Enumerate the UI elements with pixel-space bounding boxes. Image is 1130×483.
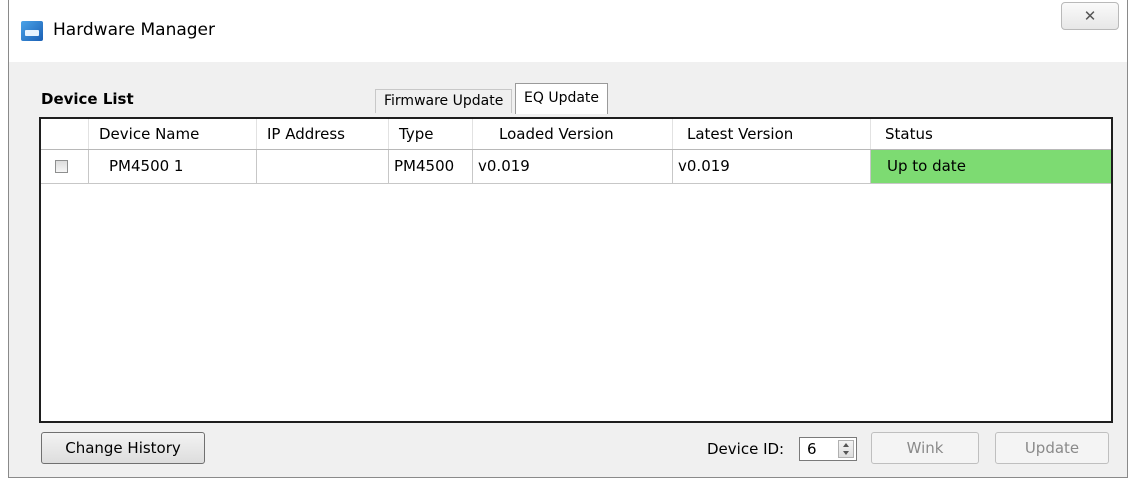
table-row[interactable]: PM4500 1 PM4500 v0.019 v0.019 Up to date	[41, 150, 1111, 184]
device-table: Device Name IP Address Type Loaded Versi…	[39, 117, 1113, 423]
client-area: Device List Firmware Update EQ Update De…	[9, 62, 1127, 477]
cell-status[interactable]: Up to date	[871, 150, 1111, 183]
column-header-ip-address[interactable]: IP Address	[257, 119, 389, 149]
row-header-corner	[41, 119, 89, 149]
cell-ip-address[interactable]	[257, 150, 389, 183]
device-id-value[interactable]: 6	[807, 440, 817, 458]
cell-latest-version[interactable]: v0.019	[673, 150, 871, 183]
spinner-up-icon[interactable]	[843, 443, 849, 447]
window-title: Hardware Manager	[53, 20, 215, 40]
column-header-status[interactable]: Status	[871, 119, 1111, 149]
row-checkbox[interactable]	[55, 160, 68, 173]
hardware-manager-window: Hardware Manager ✕ Device List Firmware …	[8, 0, 1128, 478]
device-id-label: Device ID:	[707, 440, 785, 458]
spinner-down-icon[interactable]	[843, 451, 849, 455]
column-header-device-name[interactable]: Device Name	[89, 119, 257, 149]
column-header-loaded-version[interactable]: Loaded Version	[473, 119, 673, 149]
wink-button[interactable]: Wink	[871, 432, 979, 464]
cell-loaded-version[interactable]: v0.019	[473, 150, 673, 183]
close-icon: ✕	[1083, 7, 1097, 25]
device-id-stepper[interactable]: 6	[799, 437, 857, 461]
close-button[interactable]: ✕	[1061, 2, 1119, 30]
device-list-label: Device List	[41, 90, 134, 108]
tab-eq-update[interactable]: EQ Update	[515, 83, 609, 114]
spinner-arrows-icon[interactable]	[838, 440, 854, 458]
cell-type[interactable]: PM4500	[389, 150, 473, 183]
tab-firmware-update[interactable]: Firmware Update	[375, 89, 513, 113]
row-select-cell	[41, 150, 89, 183]
column-header-type[interactable]: Type	[389, 119, 473, 149]
cell-device-name[interactable]: PM4500 1	[89, 150, 257, 183]
change-history-button[interactable]: Change History	[41, 432, 205, 464]
title-bar: Hardware Manager ✕	[9, 0, 1127, 62]
update-button[interactable]: Update	[995, 432, 1109, 464]
app-icon	[21, 21, 43, 41]
table-header-row: Device Name IP Address Type Loaded Versi…	[41, 119, 1111, 150]
column-header-latest-version[interactable]: Latest Version	[673, 119, 871, 149]
